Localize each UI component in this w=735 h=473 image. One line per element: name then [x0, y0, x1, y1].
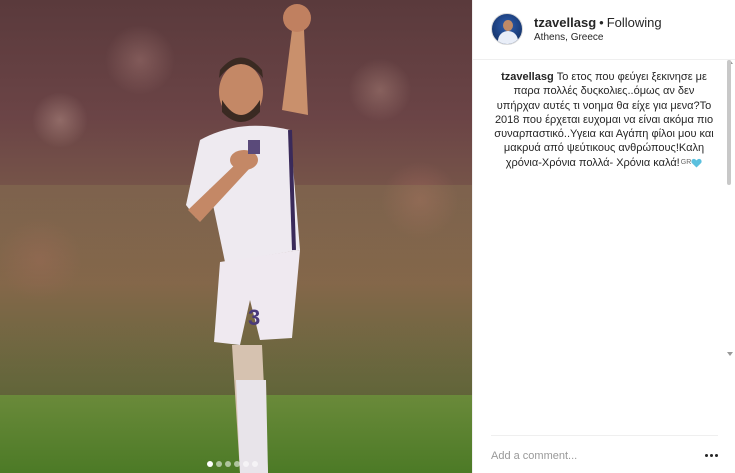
heart-icon — [691, 158, 702, 168]
carousel-dot[interactable] — [234, 461, 240, 467]
svg-text:3: 3 — [248, 305, 260, 330]
follow-button[interactable]: Following — [607, 15, 662, 30]
player-figure: 3 — [186, 4, 311, 473]
carousel-dot-active[interactable] — [207, 461, 213, 467]
scroll-down-arrow[interactable] — [727, 352, 733, 356]
caption: tzavellasg Το ετος που φεύγει ξεκινησε με… — [491, 70, 717, 170]
avatar[interactable] — [491, 13, 523, 45]
carousel-dot[interactable] — [252, 461, 258, 467]
flag-text: GR — [680, 158, 692, 166]
post-header: tzavellasg • Following Athens, Greece — [473, 0, 735, 60]
comment-input[interactable] — [491, 448, 691, 464]
location-link[interactable]: Athens, Greece — [534, 32, 603, 43]
separator: • — [599, 15, 604, 30]
scrollbar-thumb[interactable] — [727, 60, 731, 185]
post-sidebar: tzavellasg • Following Athens, Greece tzav… — [472, 0, 735, 473]
post-photo[interactable]: 3 — [0, 0, 472, 473]
username-link[interactable]: tzavellasg — [534, 15, 596, 30]
caption-text: Το ετος που φεύγει ξεκινησε με παρα πολλ… — [494, 71, 714, 169]
more-options-icon[interactable] — [705, 454, 718, 457]
carousel-dot[interactable] — [225, 461, 231, 467]
user-line: tzavellasg • Following — [534, 15, 662, 30]
caption-username[interactable]: tzavellasg — [501, 71, 554, 83]
carousel-dot[interactable] — [243, 461, 249, 467]
comment-bar — [491, 435, 718, 473]
carousel-dot[interactable] — [216, 461, 222, 467]
carousel-indicator — [207, 461, 258, 467]
